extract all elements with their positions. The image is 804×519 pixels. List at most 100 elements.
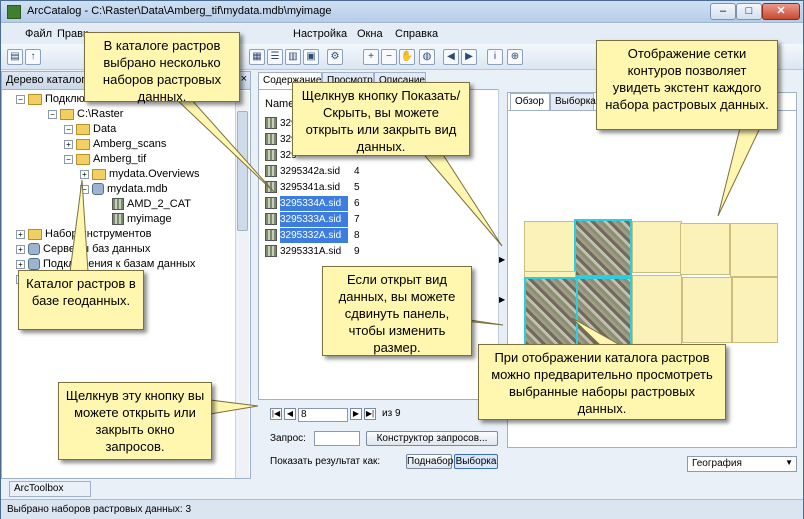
folder-connection-icon: [28, 93, 42, 105]
table-row[interactable]: 3295334A.sid 6: [265, 196, 360, 211]
raster-dataset-icon: [265, 165, 277, 178]
raster-extent-tile: [632, 275, 682, 345]
close-button[interactable]: ✕: [762, 3, 800, 20]
selection-button[interactable]: Выборка: [454, 454, 498, 469]
results-label: Показать результат как:: [270, 456, 381, 467]
tree-item[interactable]: + Amberg_scans: [64, 137, 166, 152]
callout-raster-catalog-in-gdb: Каталог растров в базе геоданных.: [18, 270, 144, 330]
table-row[interactable]: 3295332A.sid 8: [265, 228, 360, 243]
geodatabase-icon: [92, 183, 104, 196]
raster-index: 6: [354, 198, 360, 209]
tree-item[interactable]: − Data: [64, 122, 116, 137]
list-icon[interactable]: ☰: [267, 49, 283, 65]
db-connection-icon: [28, 258, 40, 271]
tab-overview[interactable]: Обзор: [510, 93, 550, 110]
raster-catalog-icon: [112, 198, 124, 211]
tree-item[interactable]: AMD_2_CAT: [112, 197, 191, 212]
maximize-button[interactable]: □: [736, 3, 762, 20]
tree-item-label: Amberg_scans: [93, 138, 167, 150]
scrollbar-thumb[interactable]: [237, 111, 248, 231]
chevron-down-icon[interactable]: ▼: [785, 458, 793, 467]
raster-name: 3295331A.sid: [280, 246, 342, 257]
raster-dataset-icon: [265, 181, 277, 194]
table-row[interactable]: 3295331A.sid 9: [265, 244, 360, 259]
toolbox-icon: [28, 228, 42, 240]
menu-help[interactable]: Справка: [395, 28, 438, 40]
close-icon[interactable]: ×: [241, 73, 247, 85]
details-icon[interactable]: ▥: [285, 49, 301, 65]
tree-item[interactable]: − Подклю: [16, 92, 85, 107]
show-hide-arrow-icon[interactable]: ▶: [499, 295, 505, 304]
expand-icon[interactable]: +: [80, 169, 89, 179]
window-title: ArcCatalog - C:\Raster\Data\Amberg_tif\m…: [27, 5, 332, 17]
last-record-button[interactable]: ▶|: [364, 408, 376, 420]
catalog-tree-title: Дерево каталога: [6, 74, 92, 86]
raster-dataset-icon: [112, 213, 124, 226]
folder-icon: [76, 123, 90, 135]
raster-dataset-icon: [265, 213, 277, 226]
callout-resize-panel: Если открыт вид данных, вы можете сдвину…: [322, 266, 472, 356]
expand-icon[interactable]: +: [64, 139, 73, 149]
vertical-scrollbar[interactable]: [235, 91, 249, 478]
tree-item[interactable]: + Набор инструментов: [16, 227, 151, 242]
full-extent-icon[interactable]: ⊕: [507, 49, 523, 65]
pan-icon[interactable]: ✋: [399, 49, 415, 65]
collapse-icon[interactable]: −: [16, 94, 25, 104]
menu-windows[interactable]: Окна: [357, 28, 383, 40]
collapse-icon[interactable]: −: [64, 124, 73, 134]
open-folder-icon[interactable]: ▤: [7, 49, 23, 65]
raster-name: 3295332A.sid: [280, 228, 348, 243]
table-row[interactable]: 3295342a.sid 4: [265, 164, 360, 179]
tab-selection[interactable]: Выборка: [550, 93, 596, 110]
raster-extent-tile: [524, 221, 576, 273]
table-row[interactable]: 3295341a.sid 5: [265, 180, 360, 195]
subset-button[interactable]: Поднабор: [406, 454, 453, 469]
raster-extent-tile-selected: [576, 277, 632, 347]
tree-item[interactable]: − Amberg_tif: [64, 152, 146, 167]
forward-icon[interactable]: ▶: [461, 49, 477, 65]
next-record-button[interactable]: ▶: [350, 408, 362, 420]
raster-extent-tile-selected: [524, 277, 578, 347]
tree-item[interactable]: − C:\Raster: [48, 107, 123, 122]
query-builder-button[interactable]: Конструктор запросов...: [366, 431, 498, 446]
prev-record-button[interactable]: ◀: [284, 408, 296, 420]
first-record-button[interactable]: |◀: [270, 408, 282, 420]
arctoolbox-tab[interactable]: ArcToolbox: [9, 481, 91, 497]
raster-extent-tile: [730, 223, 778, 277]
collapse-icon[interactable]: −: [48, 109, 57, 119]
expand-icon[interactable]: +: [16, 229, 25, 239]
zoom-out-icon[interactable]: −: [381, 49, 397, 65]
thumbnails-icon[interactable]: ▣: [303, 49, 319, 65]
name-column-header[interactable]: Name: [265, 98, 294, 110]
launch-icon[interactable]: ⚙: [327, 49, 343, 65]
table-row[interactable]: 3295333A.sid 7: [265, 212, 360, 227]
large-icons-icon[interactable]: ▦: [249, 49, 265, 65]
tree-item[interactable]: − mydata.mdb: [80, 182, 168, 197]
record-number-input[interactable]: 8: [298, 408, 348, 422]
expand-icon[interactable]: +: [16, 244, 25, 254]
status-text: Выбрано наборов растровых данных: 3: [7, 504, 192, 515]
globe-icon[interactable]: ◍: [419, 49, 435, 65]
menu-customize[interactable]: Настройка: [293, 28, 347, 40]
tree-item-label: mydata.Overviews: [109, 168, 200, 180]
collapse-icon[interactable]: −: [80, 184, 89, 194]
back-icon[interactable]: ◀: [443, 49, 459, 65]
tree-item[interactable]: myimage: [112, 212, 172, 227]
callout-preview-selected: При отображении каталога растров можно п…: [478, 344, 726, 420]
tree-item[interactable]: + mydata.Overviews: [80, 167, 199, 182]
zoom-in-icon[interactable]: +: [363, 49, 379, 65]
expand-icon[interactable]: +: [16, 259, 25, 269]
show-hide-arrow-icon[interactable]: ▶: [499, 255, 505, 264]
callout-selected-datasets: В каталоге растров выбрано несколько наб…: [84, 32, 240, 104]
tree-item[interactable]: + Серверы баз данных: [16, 242, 150, 257]
minimize-button[interactable]: –: [710, 3, 736, 20]
identify-icon[interactable]: i: [487, 49, 503, 65]
arctoolbox-tab-label: ArcToolbox: [14, 483, 64, 494]
db-server-icon: [28, 243, 40, 256]
projection-select[interactable]: География ▼: [687, 456, 797, 472]
tree-item-label: Серверы баз данных: [43, 243, 151, 255]
collapse-icon[interactable]: −: [64, 154, 73, 164]
up-folder-icon[interactable]: ↑: [25, 49, 41, 65]
menu-file[interactable]: Файл: [25, 28, 52, 40]
query-input[interactable]: [314, 431, 360, 446]
